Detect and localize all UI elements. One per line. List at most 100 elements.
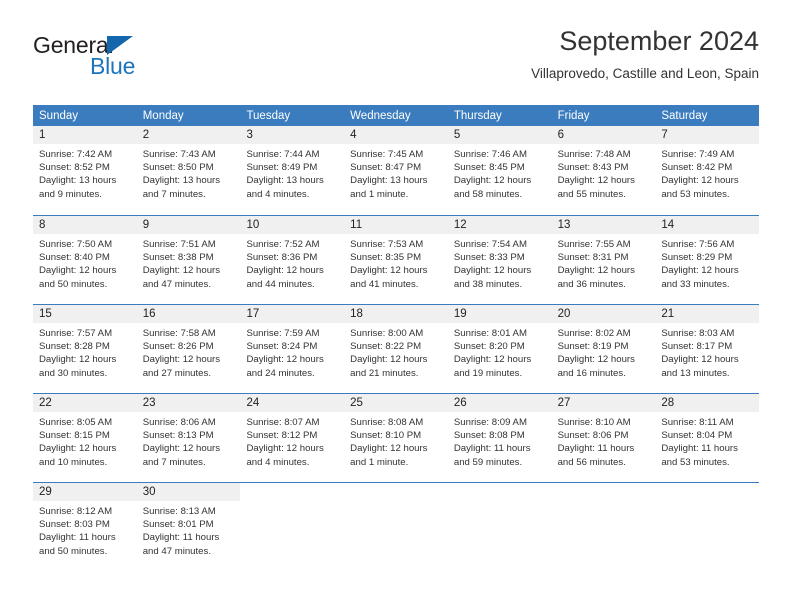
sunrise-text: Sunrise: 8:11 AM [661, 417, 734, 428]
calendar-day-cell[interactable]: 11 Sunrise: 7:53 AM Sunset: 8:35 PM Dayligh… [344, 216, 448, 304]
day-number: 13 [551, 216, 656, 234]
calendar-day-cell[interactable]: 3 Sunrise: 7:44 AM Sunset: 8:49 PM Daylight… [240, 126, 345, 215]
daylight-text-line2: and 30 minutes. [39, 367, 108, 379]
daylight-text-line1: Daylight: 12 hours [350, 354, 428, 366]
daylight-text-line2: and 53 minutes. [661, 456, 730, 468]
calendar-day-cell[interactable]: 14 Sunrise: 7:56 AM Sunset: 8:29 PM Dayligh… [655, 216, 760, 304]
daylight-text-line1: Daylight: 13 hours [142, 175, 221, 187]
calendar-day-cell[interactable]: 29 Sunrise: 8:12 AM Sunset: 8:03 PM Dayligh… [33, 483, 137, 571]
day-number [447, 483, 552, 501]
sunrise-text: Sunrise: 7:54 AM [453, 239, 527, 250]
day-number: 1 [33, 126, 137, 144]
sunset-text: Sunset: 8:03 PM [39, 519, 110, 531]
sunset-text: Sunset: 8:42 PM [661, 162, 733, 174]
calendar-day-cell[interactable]: 1 Sunrise: 7:42 AM Sunset: 8:52 PM Daylight… [33, 126, 137, 215]
daylight-text-line2: and 47 minutes. [142, 278, 211, 290]
page-header: General Blue September 2024 Villaprovedo… [33, 24, 759, 98]
day-number [551, 483, 656, 501]
day-number [344, 483, 448, 501]
day-number [240, 483, 345, 501]
day-details: Sunrise: 7:50 AM Sunset: 8:40 PM Daylight:… [33, 234, 137, 291]
sunset-text: Sunset: 8:17 PM [661, 341, 733, 353]
weekday-header-saturday: Saturday [661, 110, 708, 122]
daylight-text-line1: Daylight: 12 hours [142, 443, 221, 455]
sunrise-text: Sunrise: 8:13 AM [142, 506, 216, 517]
calendar-day-cell[interactable]: 27 Sunrise: 8:10 AM Sunset: 8:06 PM Dayligh… [551, 394, 656, 482]
day-details: Sunrise: 7:57 AM Sunset: 8:28 PM Daylight:… [33, 323, 137, 380]
day-number: 18 [344, 305, 448, 323]
calendar-day-cell[interactable]: 24 Sunrise: 8:07 AM Sunset: 8:12 PM Dayligh… [240, 394, 345, 482]
calendar-day-cell[interactable]: 6 Sunrise: 7:48 AM Sunset: 8:43 PM Daylight… [551, 126, 656, 215]
day-details: Sunrise: 8:09 AM Sunset: 8:08 PM Daylight:… [448, 412, 552, 469]
calendar-day-cell[interactable]: 20 Sunrise: 8:02 AM Sunset: 8:19 PM Dayligh… [551, 305, 656, 393]
day-details [655, 501, 759, 505]
day-number: 23 [136, 394, 241, 412]
calendar-day-cell[interactable]: 25 Sunrise: 8:08 AM Sunset: 8:10 PM Dayligh… [344, 394, 448, 482]
sunrise-text: Sunrise: 7:51 AM [142, 239, 216, 250]
calendar-day-cell[interactable]: 19 Sunrise: 8:01 AM Sunset: 8:20 PM Dayligh… [447, 305, 552, 393]
calendar-day-cell[interactable]: 5 Sunrise: 7:46 AM Sunset: 8:45 PM Daylight… [447, 126, 552, 215]
daylight-text-line2: and 24 minutes. [246, 367, 315, 379]
daylight-text-line1: Daylight: 12 hours [246, 265, 324, 277]
calendar-day-cell[interactable]: 8 Sunrise: 7:50 AM Sunset: 8:40 PM Daylight… [33, 216, 137, 304]
sunrise-text: Sunrise: 7:43 AM [142, 149, 216, 160]
day-number: 27 [551, 394, 656, 412]
daylight-text-line2: and 21 minutes. [350, 367, 419, 379]
calendar-day-cell[interactable]: 18 Sunrise: 8:00 AM Sunset: 8:22 PM Dayligh… [344, 305, 448, 393]
weekday-header-row: Sunday Monday Tuesday Wednesday Thursday… [33, 105, 759, 126]
day-details: Sunrise: 8:12 AM Sunset: 8:03 PM Daylight:… [33, 501, 137, 558]
sunrise-text: Sunrise: 8:00 AM [350, 328, 424, 339]
calendar-day-cell[interactable]: 17 Sunrise: 7:59 AM Sunset: 8:24 PM Dayligh… [240, 305, 345, 393]
page-title: September 2024 [559, 26, 759, 56]
calendar-day-cell[interactable]: 16 Sunrise: 7:58 AM Sunset: 8:26 PM Dayligh… [136, 305, 241, 393]
calendar-day-cell[interactable]: 12 Sunrise: 7:54 AM Sunset: 8:33 PM Dayligh… [447, 216, 552, 304]
calendar-day-cell[interactable]: 26 Sunrise: 8:09 AM Sunset: 8:08 PM Dayligh… [447, 394, 552, 482]
calendar-day-cell[interactable]: 2 Sunrise: 7:43 AM Sunset: 8:50 PM Daylight… [136, 126, 241, 215]
day-details: Sunrise: 7:51 AM Sunset: 8:38 PM Daylight:… [137, 234, 241, 291]
calendar-day-cell[interactable]: 23 Sunrise: 8:06 AM Sunset: 8:13 PM Dayligh… [136, 394, 241, 482]
daylight-text-line1: Daylight: 11 hours [661, 443, 738, 455]
daylight-text-line1: Daylight: 12 hours [453, 265, 532, 277]
sunrise-text: Sunrise: 7:52 AM [246, 239, 320, 250]
calendar-day-cell-empty [655, 483, 760, 571]
sunset-text: Sunset: 8:04 PM [661, 430, 733, 442]
daylight-text-line2: and 19 minutes. [453, 367, 523, 379]
title-block: September 2024 Villaprovedo, Castille an… [531, 24, 759, 84]
calendar-day-cell[interactable]: 22 Sunrise: 8:05 AM Sunset: 8:15 PM Dayligh… [33, 394, 137, 482]
day-number: 20 [551, 305, 656, 323]
calendar-day-cell[interactable]: 9 Sunrise: 7:51 AM Sunset: 8:38 PM Daylight… [136, 216, 241, 304]
calendar-day-cell[interactable]: 30 Sunrise: 8:13 AM Sunset: 8:01 PM Dayligh… [136, 483, 241, 571]
calendar-day-cell[interactable]: 10 Sunrise: 7:52 AM Sunset: 8:36 PM Dayligh… [240, 216, 345, 304]
daylight-text-line2: and 53 minutes. [661, 188, 730, 200]
day-details [240, 501, 344, 505]
daylight-text-line2: and 9 minutes. [39, 188, 102, 200]
calendar-week-row: 1 Sunrise: 7:42 AM Sunset: 8:52 PM Daylight… [33, 126, 760, 215]
sunset-text: Sunset: 8:33 PM [453, 252, 525, 264]
general-blue-logo: General Blue [33, 32, 233, 92]
day-number: 16 [136, 305, 241, 323]
calendar-day-cell[interactable]: 21 Sunrise: 8:03 AM Sunset: 8:17 PM Dayligh… [655, 305, 760, 393]
calendar-day-cell[interactable]: 4 Sunrise: 7:45 AM Sunset: 8:47 PM Daylight… [344, 126, 448, 215]
sunset-text: Sunset: 8:22 PM [350, 341, 422, 353]
sunrise-text: Sunrise: 7:57 AM [39, 328, 113, 339]
calendar-day-cell[interactable]: 13 Sunrise: 7:55 AM Sunset: 8:31 PM Dayligh… [551, 216, 656, 304]
calendar-week-row: 22 Sunrise: 8:05 AM Sunset: 8:15 PM Dayligh… [33, 393, 760, 482]
calendar-day-cell[interactable]: 15 Sunrise: 7:57 AM Sunset: 8:28 PM Dayligh… [33, 305, 137, 393]
daylight-text-line1: Daylight: 11 hours [142, 532, 220, 544]
calendar-day-cell[interactable]: 7 Sunrise: 7:49 AM Sunset: 8:42 PM Daylight… [655, 126, 760, 215]
sunrise-text: Sunrise: 8:12 AM [39, 506, 113, 517]
sunset-text: Sunset: 8:45 PM [453, 162, 525, 174]
sunrise-text: Sunrise: 8:08 AM [350, 417, 424, 428]
daylight-text-line1: Daylight: 12 hours [453, 175, 532, 187]
daylight-text-line1: Daylight: 12 hours [142, 354, 221, 366]
day-details: Sunrise: 7:42 AM Sunset: 8:52 PM Daylight:… [33, 144, 137, 201]
sunset-text: Sunset: 8:47 PM [350, 162, 422, 174]
calendar-day-cell[interactable]: 28 Sunrise: 8:11 AM Sunset: 8:04 PM Dayligh… [655, 394, 760, 482]
day-number: 2 [136, 126, 241, 144]
sunset-text: Sunset: 8:15 PM [39, 430, 110, 442]
day-number: 22 [33, 394, 137, 412]
sunset-text: Sunset: 8:36 PM [246, 252, 318, 264]
daylight-text-line1: Daylight: 12 hours [453, 354, 532, 366]
day-details [448, 501, 552, 505]
sunrise-text: Sunrise: 8:10 AM [557, 417, 631, 428]
